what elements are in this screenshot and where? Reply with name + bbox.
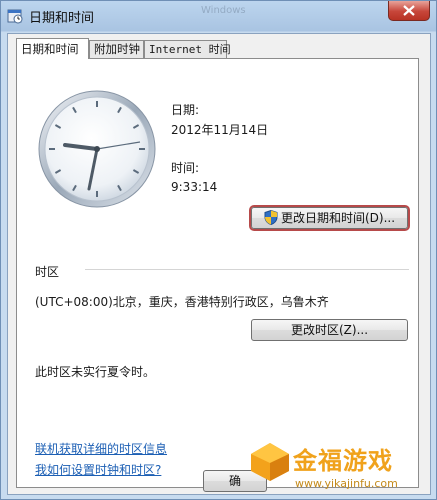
- window-title: 日期和时间: [29, 11, 95, 26]
- analog-clock: [38, 90, 156, 208]
- timezone-section-label: 时区: [35, 265, 60, 279]
- close-icon: [403, 5, 415, 16]
- watermark-logo-icon: [251, 443, 289, 481]
- watermark: 金福游戏 www.yikajinfu.com: [249, 439, 434, 499]
- tab-internet-time[interactable]: Internet 时间: [144, 40, 231, 58]
- date-label: 日期:: [171, 103, 200, 117]
- dst-note: 此时区未实行夏令时。: [35, 365, 156, 379]
- how-to-set-clock-link[interactable]: 我如何设置时钟和时区?: [35, 461, 161, 478]
- timezone-value: (UTC+08:00)北京，重庆，香港特别行政区，乌鲁木齐: [35, 295, 329, 309]
- change-date-time-button[interactable]: 更改日期和时间(D)...: [251, 207, 408, 229]
- change-date-time-label: 更改日期和时间(D)...: [280, 211, 396, 225]
- close-button[interactable]: [388, 1, 430, 21]
- tab-date-time[interactable]: 日期和时间: [16, 38, 89, 59]
- time-label: 时间:: [171, 161, 200, 175]
- change-timezone-button[interactable]: 更改时区(Z)...: [251, 319, 408, 341]
- date-value: 2012年11月14日: [171, 123, 269, 137]
- separator: [85, 269, 409, 270]
- tab-additional-clocks[interactable]: 附加时钟: [89, 40, 144, 58]
- uac-shield-icon: [264, 209, 278, 231]
- window-frame: 日期和时间 Windows 日期和时间 附加时钟 Internet 时间 日期:…: [0, 0, 437, 500]
- watermark-text: 金福游戏: [293, 447, 393, 475]
- watermark-url: www.yikajinfu.com: [295, 477, 398, 490]
- tab-panel: 日期: 2012年11月14日 时间: 9:33:14 更改日期和时间(D)..…: [16, 58, 419, 488]
- title-bar[interactable]: 日期和时间 Windows: [1, 1, 436, 33]
- time-value: 9:33:14: [171, 180, 218, 194]
- online-timezone-info-link[interactable]: 联机获取详细的时区信息: [35, 440, 167, 457]
- background-window-title: Windows: [201, 5, 246, 16]
- calendar-clock-icon: [7, 8, 23, 24]
- dialog-client-area: 日期和时间 附加时钟 Internet 时间 日期: 2012年11月14日 时…: [7, 33, 431, 495]
